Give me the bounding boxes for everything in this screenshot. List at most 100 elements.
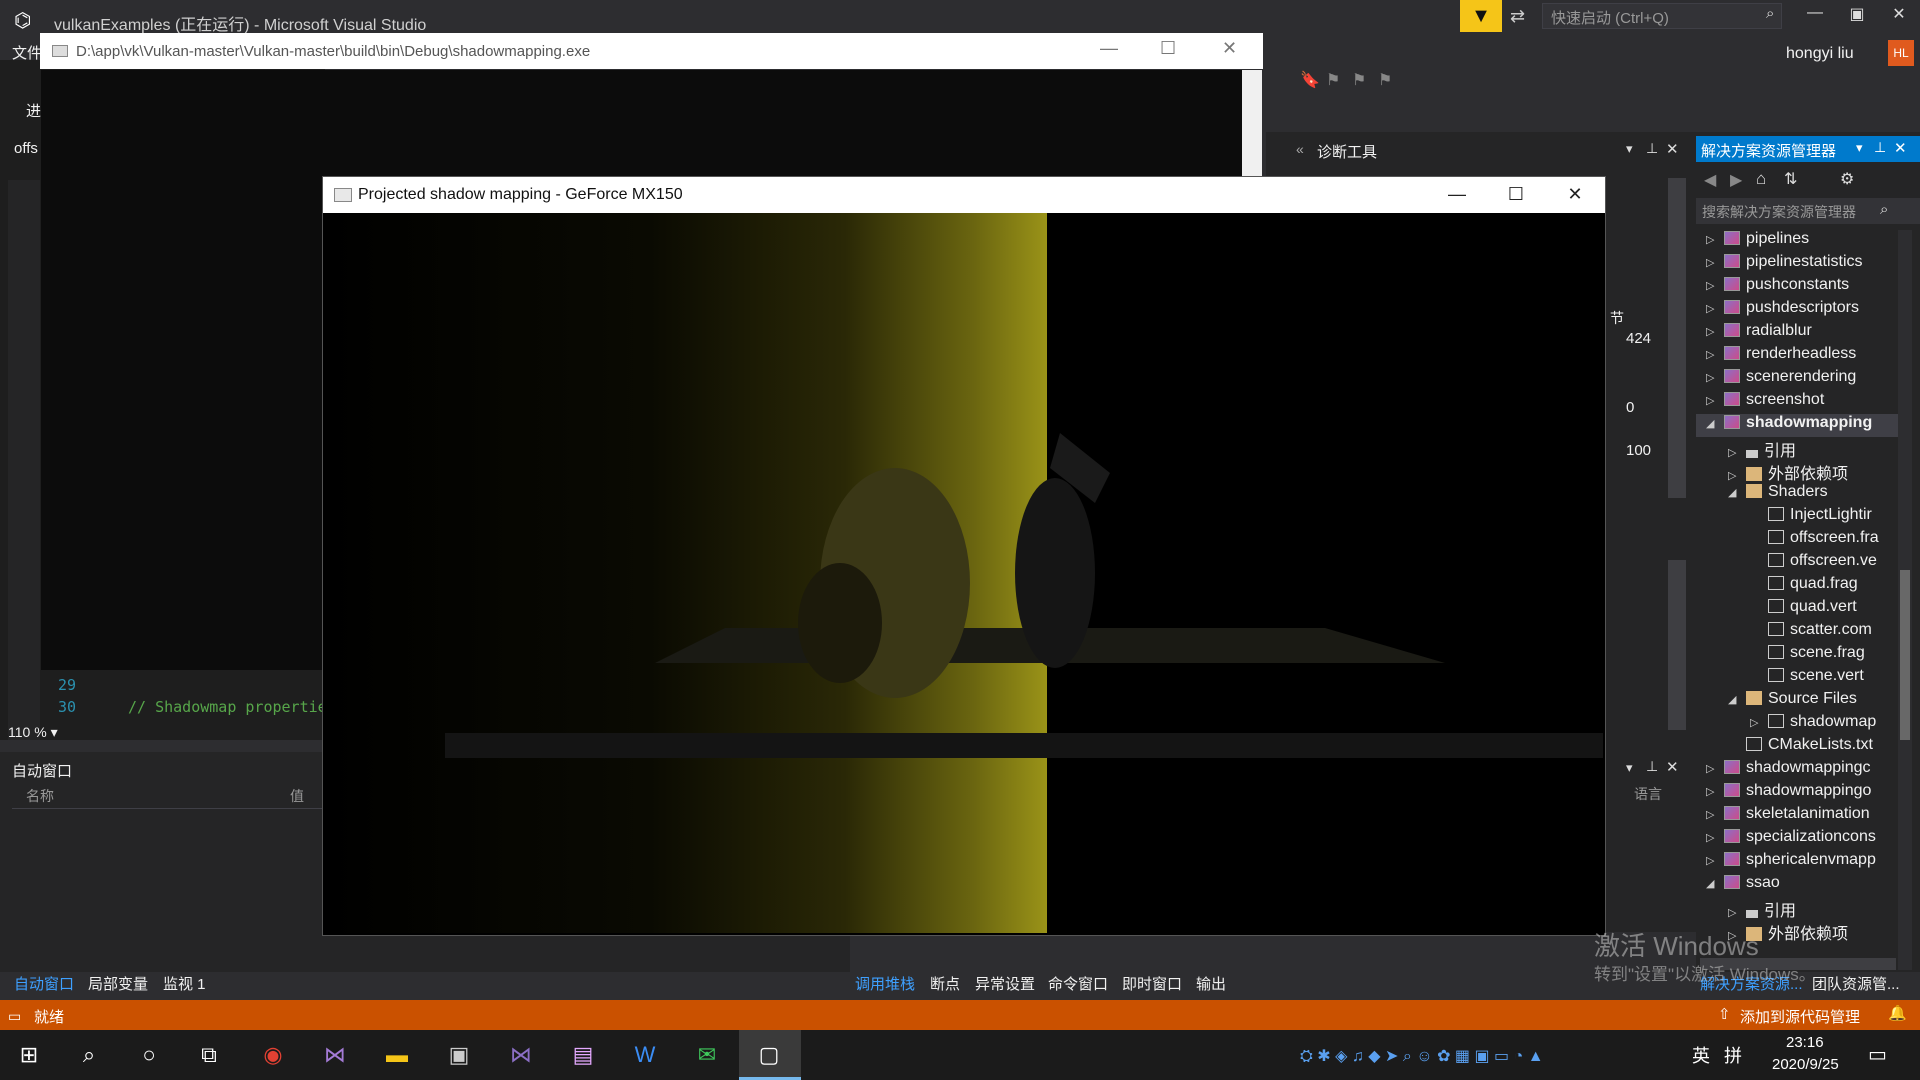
ime-indicator[interactable]: 英 <box>1692 1042 1710 1068</box>
expand-arrow-icon[interactable]: ▷ <box>1706 279 1718 292</box>
tree-item[interactable]: scene.frag <box>1696 644 1906 667</box>
tree-item[interactable]: CMakeLists.txt <box>1696 736 1906 759</box>
tree-item[interactable]: ▷ renderheadless <box>1696 345 1906 368</box>
bookmark-icon[interactable]: 🔖 <box>1300 70 1320 90</box>
sync-icon[interactable]: ⇅ <box>1784 169 1797 189</box>
chevron-down-icon[interactable]: ▾ <box>1626 141 1633 157</box>
notification-icon[interactable]: 🔔 <box>1888 1004 1907 1022</box>
task-view-icon[interactable]: ⧉ <box>194 1042 224 1070</box>
tree-item[interactable]: ▷ radialblur <box>1696 322 1906 345</box>
action-center-icon[interactable]: ▭ <box>1868 1042 1887 1067</box>
tab-call-stack[interactable]: 调用堆栈 <box>855 973 915 994</box>
tree-item[interactable]: ▷ pushdescriptors <box>1696 299 1906 322</box>
expand-arrow-icon[interactable]: ▷ <box>1706 233 1718 246</box>
render-app-icon[interactable]: ▢ <box>754 1042 784 1070</box>
render-minimize-button[interactable]: — <box>1437 184 1477 205</box>
tree-item[interactable]: ◢ shadowmapping <box>1696 414 1906 437</box>
tree-item[interactable]: ◢ ssao <box>1696 874 1906 897</box>
chrome-icon[interactable]: ◉ <box>258 1042 288 1070</box>
expand-arrow-icon[interactable]: ▷ <box>1706 256 1718 269</box>
expanded-arrow-icon[interactable]: ◢ <box>1728 693 1740 706</box>
back-icon[interactable]: ◀ <box>1704 170 1716 190</box>
expand-arrow-icon[interactable]: ▷ <box>1706 854 1718 867</box>
tab-watch-1[interactable]: 监视 1 <box>163 973 206 994</box>
tree-item[interactable]: offscreen.ve <box>1696 552 1906 575</box>
tree-item[interactable]: scatter.com <box>1696 621 1906 644</box>
tray-icons[interactable]: ⛭ ✱ ◈ ♫ ◆ ➤ ⌕ ☺ ✿ ▦ ▣ ▭ ◔ ▲ <box>1300 1046 1544 1066</box>
bookmark-next-icon[interactable]: ⚑ <box>1352 70 1366 90</box>
close-icon[interactable]: ✕ <box>1894 139 1907 157</box>
left-fragment-2[interactable]: offs <box>14 140 38 157</box>
chevron-down-icon[interactable]: ▾ <box>1856 140 1863 156</box>
expand-arrow-icon[interactable]: ▷ <box>1728 906 1740 919</box>
vs-minimize-button[interactable]: — <box>1800 4 1830 30</box>
windows-start-icon[interactable]: ⊞ <box>14 1042 44 1070</box>
close-icon[interactable]: ✕ <box>1666 140 1679 158</box>
expanded-arrow-icon[interactable]: ◢ <box>1706 417 1718 430</box>
clock-time[interactable]: 23:16 <box>1786 1034 1824 1051</box>
bookmark-clear-icon[interactable]: ⚑ <box>1378 70 1392 90</box>
tab-output[interactable]: 输出 <box>1196 973 1226 994</box>
expand-arrow-icon[interactable]: ▷ <box>1728 446 1740 459</box>
expand-arrow-icon[interactable]: ▷ <box>1706 831 1718 844</box>
solution-scroll-thumb[interactable] <box>1900 570 1910 740</box>
tree-item[interactable]: ▷ shadowmap <box>1696 713 1906 736</box>
autos-column-name[interactable]: 名称 <box>26 786 54 806</box>
tree-item[interactable]: offscreen.fra <box>1696 529 1906 552</box>
tree-item[interactable]: ▷ specializationcons <box>1696 828 1906 851</box>
bookmark-prev-icon[interactable]: ⚑ <box>1326 70 1340 90</box>
tab-locals[interactable]: 局部变量 <box>88 973 148 994</box>
pin-icon[interactable]: ⊥ <box>1646 140 1658 157</box>
callstack-scrollbar[interactable] <box>1668 560 1686 730</box>
tab-autos[interactable]: 自动窗口 <box>14 973 74 994</box>
collapse-icon[interactable]: « <box>1296 141 1304 157</box>
tree-item[interactable]: quad.vert <box>1696 598 1906 621</box>
expand-arrow-icon[interactable]: ▷ <box>1706 762 1718 775</box>
visual-studio-2-icon[interactable]: ⋈ <box>506 1042 536 1070</box>
tree-item[interactable]: ▷ 引用 <box>1696 897 1906 920</box>
tab-exception-settings[interactable]: 异常设置 <box>975 973 1035 994</box>
settings-icon[interactable]: ⚙ <box>1840 169 1854 189</box>
zoom-level[interactable]: 110 % ▾ <box>8 724 88 746</box>
tree-item[interactable]: ▷ pipelines <box>1696 230 1906 253</box>
console-app-icon[interactable]: ▣ <box>444 1042 474 1070</box>
tree-item[interactable]: ◢ Source Files <box>1696 690 1906 713</box>
visual-studio-icon[interactable]: ⋈ <box>320 1042 350 1070</box>
filter-icon[interactable]: ▼ <box>1460 0 1502 32</box>
feedback-icon[interactable]: ⇄ <box>1510 6 1525 27</box>
close-icon[interactable]: ✕ <box>1666 758 1679 776</box>
vs-close-button[interactable]: ✕ <box>1884 4 1914 30</box>
tree-item[interactable]: ▷ screenshot <box>1696 391 1906 414</box>
diag-scrollbar[interactable] <box>1668 178 1686 498</box>
tree-item[interactable]: ▷ skeletalanimation <box>1696 805 1906 828</box>
rar-icon[interactable]: ▤ <box>568 1042 598 1070</box>
tree-item[interactable]: ▷ 引用 <box>1696 437 1906 460</box>
console-close-button[interactable]: ✕ <box>1222 38 1237 59</box>
expand-arrow-icon[interactable]: ▷ <box>1706 325 1718 338</box>
expanded-arrow-icon[interactable]: ◢ <box>1728 486 1740 499</box>
tree-item[interactable]: ▷ shadowmappingc <box>1696 759 1906 782</box>
ime-mode[interactable]: 拼 <box>1724 1042 1742 1068</box>
autos-column-value[interactable]: 值 <box>290 786 304 806</box>
expand-arrow-icon[interactable]: ▷ <box>1706 394 1718 407</box>
tree-item[interactable]: ◢ Shaders <box>1696 483 1906 506</box>
vs-maximize-button[interactable]: ▣ <box>1842 4 1872 30</box>
search-icon[interactable]: ⌕ <box>1766 5 1774 22</box>
tree-item[interactable]: scene.vert <box>1696 667 1906 690</box>
expand-arrow-icon[interactable]: ▷ <box>1706 808 1718 821</box>
tab-immediate-window[interactable]: 即时窗口 <box>1122 973 1182 994</box>
tree-item[interactable]: InjectLightir <box>1696 506 1906 529</box>
pin-icon[interactable]: ⊥ <box>1646 758 1658 775</box>
tree-item[interactable]: ▷ shadowmappingo <box>1696 782 1906 805</box>
render-maximize-button[interactable]: ☐ <box>1496 184 1536 205</box>
expand-arrow-icon[interactable]: ▷ <box>1706 302 1718 315</box>
tree-item[interactable]: ▷ 外部依赖项 <box>1696 460 1906 483</box>
expand-arrow-icon[interactable]: ▷ <box>1706 371 1718 384</box>
expand-arrow-icon[interactable]: ▷ <box>1728 469 1740 482</box>
console-maximize-button[interactable]: ☐ <box>1160 38 1176 59</box>
console-scrollbar[interactable] <box>1242 70 1262 180</box>
home-icon[interactable]: ⌂ <box>1756 169 1766 189</box>
tree-item[interactable]: ▷ scenerendering <box>1696 368 1906 391</box>
forward-icon[interactable]: ▶ <box>1730 170 1742 190</box>
tree-item[interactable]: quad.frag <box>1696 575 1906 598</box>
